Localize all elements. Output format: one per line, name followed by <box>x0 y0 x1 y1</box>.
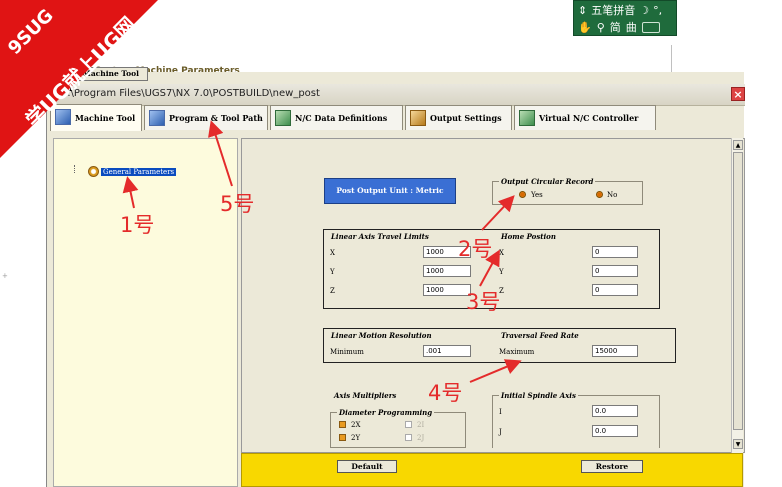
y-home-field[interactable]: 0 <box>592 265 638 277</box>
keyboard-icon[interactable] <box>641 21 660 33</box>
ime-arrows-icon[interactable]: ⇕ <box>578 4 587 17</box>
margin-marker: + <box>2 272 8 280</box>
maximum-feedrate-field[interactable]: 15000 <box>592 345 638 357</box>
radio-yes-label: Yes <box>531 191 543 199</box>
output-settings-icon <box>410 110 426 126</box>
ime-tool-2[interactable]: 曲 <box>626 19 637 35</box>
z-limit-field[interactable]: 1000 <box>423 284 471 296</box>
tree-node-general-parameters[interactable]: General Parameters <box>88 166 177 177</box>
maximum-label: Maximum <box>499 348 535 356</box>
scroll-up-icon[interactable]: ▲ <box>733 140 743 150</box>
bottom-button-bar <box>241 453 743 487</box>
default-button[interactable]: Default <box>337 460 397 473</box>
tab-virtual-nc-controller[interactable]: Virtual N/C Controller <box>514 105 656 130</box>
group-title: Axis Multipliers <box>332 391 399 400</box>
diameter-programming-group: Diameter Programming <box>330 408 466 448</box>
x-home-field[interactable]: 0 <box>592 246 638 258</box>
y-limit-label: Y <box>330 268 335 276</box>
annotation-4: 4号 <box>428 381 463 405</box>
annotation-5: 5号 <box>220 192 255 216</box>
nc-data-icon <box>275 110 291 126</box>
close-button[interactable]: × <box>731 87 745 101</box>
checkbox-2j-label: 2J <box>417 434 425 442</box>
hand-icon[interactable]: ✋ <box>578 21 592 34</box>
z-home-field[interactable]: 0 <box>592 284 638 296</box>
screenshot-root: ...Custom Machine Parameters + ⇕ 五笔拼音 ☽ … <box>0 0 782 487</box>
virtual-controller-icon <box>519 110 535 126</box>
machine-tree-panel <box>53 138 238 487</box>
group-title: Home Postion <box>499 232 558 241</box>
annotation-3: 3号 <box>466 290 501 314</box>
checkbox-2i-label: 2I <box>417 421 425 429</box>
ime-tool-simplified[interactable]: 简 <box>610 19 621 35</box>
group-title: Linear Motion Resolution <box>329 331 434 340</box>
scroll-thumb[interactable] <box>733 152 743 430</box>
post-output-unit-banner: Post Output Unit : Metric <box>324 178 456 204</box>
minimum-label: Minimum <box>330 348 364 356</box>
tab-program-tool-path[interactable]: Program & Tool Path <box>144 105 268 130</box>
x-limit-label: X <box>330 249 335 257</box>
spindle-i-field[interactable]: 0.0 <box>592 405 638 417</box>
tab-nc-data-definitions[interactable]: N/C Data Definitions <box>270 105 403 130</box>
y-limit-field[interactable]: 1000 <box>423 265 471 277</box>
checkbox-2j[interactable] <box>405 434 412 441</box>
minimum-resolution-field[interactable]: .001 <box>423 345 471 357</box>
radio-yes[interactable] <box>519 191 526 198</box>
annotation-2: 2号 <box>458 237 493 261</box>
gear-icon <box>88 166 99 177</box>
scroll-down-icon[interactable]: ▼ <box>733 439 743 449</box>
spindle-j-field[interactable]: 0.0 <box>592 425 638 437</box>
group-title: Output Circular Record <box>499 177 596 186</box>
tab-label: N/C Data Definitions <box>295 113 388 123</box>
spindle-i-label: I <box>499 408 502 416</box>
annotation-1: 1号 <box>120 213 155 237</box>
output-circular-record-group: Output Circular Record <box>492 177 643 205</box>
initial-spindle-axis-group: Initial Spindle Axis <box>492 391 660 448</box>
checkbox-2x-label: 2X <box>351 421 361 429</box>
y-home-label: Y <box>499 268 504 276</box>
search-icon[interactable]: ⚲ <box>597 21 605 34</box>
tree-connector <box>74 165 75 173</box>
checkbox-2y-label: 2Y <box>351 434 361 442</box>
group-title: Diameter Programming <box>337 408 435 417</box>
radio-no[interactable] <box>596 191 603 198</box>
tree-child-label: General Parameters <box>101 167 177 176</box>
radio-no-label: No <box>607 191 618 199</box>
checkbox-2i[interactable] <box>405 421 412 428</box>
tab-label: Program & Tool Path <box>169 113 263 123</box>
background-divider <box>671 45 672 73</box>
checkbox-2y[interactable] <box>339 434 346 441</box>
spindle-j-label: J <box>499 428 502 436</box>
checkbox-2x[interactable] <box>339 421 346 428</box>
ime-name[interactable]: 五笔拼音 <box>591 2 635 18</box>
tab-label: Virtual N/C Controller <box>539 113 639 123</box>
group-title: Traversal Feed Rate <box>499 331 581 340</box>
group-title: Initial Spindle Axis <box>499 391 578 400</box>
ime-toolbar[interactable]: ⇕ 五笔拼音 ☽ °, ✋ ⚲ 简 曲 <box>573 0 677 36</box>
punctuation-icon[interactable]: °, <box>653 4 662 17</box>
restore-button[interactable]: Restore <box>581 460 643 473</box>
vertical-scrollbar[interactable]: ▲ ▼ <box>731 138 743 453</box>
tab-label: Output Settings <box>430 113 502 123</box>
tab-output-settings[interactable]: Output Settings <box>405 105 512 130</box>
moon-icon[interactable]: ☽ <box>639 4 649 17</box>
group-title: Linear Axis Travel Limits <box>329 232 431 241</box>
x-home-label: X <box>499 249 504 257</box>
z-limit-label: Z <box>330 287 335 295</box>
